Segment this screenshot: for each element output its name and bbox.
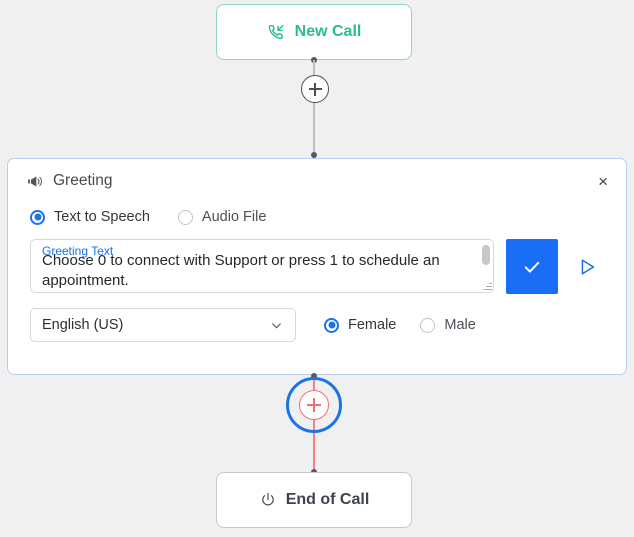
announcement-icon (26, 173, 43, 190)
radio-indicator[interactable] (177, 209, 193, 225)
node-end-of-call-label: End of Call (285, 491, 370, 508)
node-end-of-call[interactable]: End of Call (216, 472, 412, 528)
radio-indicator-selected[interactable] (324, 317, 339, 333)
radio-audio-file[interactable]: Audio File (177, 209, 267, 225)
add-step-plus-circle[interactable] (299, 390, 329, 420)
greeting-panel[interactable]: Greeting × Text to Speech Audio File Gre… (7, 158, 627, 375)
greeting-panel-header: Greeting × (8, 159, 626, 203)
plus-icon-vertical (314, 82, 316, 96)
plus-icon-vertical (313, 398, 315, 412)
confirm-button[interactable] (506, 239, 558, 294)
textarea-scrollbar-thumb[interactable] (482, 245, 490, 265)
radio-text-to-speech[interactable]: Text to Speech (30, 209, 150, 225)
close-icon[interactable]: × (594, 171, 612, 192)
language-select[interactable]: English (US) (30, 308, 296, 342)
node-new-call[interactable]: New Call (216, 4, 412, 60)
radio-male[interactable]: Male (420, 317, 476, 333)
add-step-button-top[interactable] (301, 75, 329, 103)
greeting-text-input[interactable]: Greeting Text Choose 0 to connect with S… (30, 239, 494, 293)
play-icon (576, 256, 598, 278)
play-button[interactable] (570, 239, 604, 294)
textarea-resize-handle[interactable] (482, 281, 492, 291)
voice-gender-radio-group[interactable]: Female Male (324, 317, 476, 333)
power-icon (259, 491, 277, 509)
flow-canvas[interactable]: New Call Greeting × Text to Speech Audio… (0, 0, 634, 537)
add-step-button-bottom[interactable] (286, 377, 342, 433)
radio-indicator[interactable] (420, 317, 436, 333)
greeting-text-value[interactable]: Choose 0 to connect with Support or pres… (42, 251, 482, 291)
source-type-radio-group[interactable]: Text to Speech Audio File (30, 209, 604, 225)
voice-settings-row: English (US) Female Male (30, 308, 604, 342)
radio-audio-file-label: Audio File (201, 209, 267, 225)
incoming-call-icon (267, 23, 286, 42)
greeting-text-row: Greeting Text Choose 0 to connect with S… (30, 239, 604, 294)
chevron-down-icon (269, 318, 284, 333)
radio-female[interactable]: Female (324, 317, 396, 333)
greeting-panel-body: Text to Speech Audio File Greeting Text … (8, 209, 626, 342)
greeting-panel-title: Greeting (53, 172, 113, 189)
node-new-call-label: New Call (294, 23, 362, 40)
radio-male-label: Male (444, 317, 476, 333)
radio-female-label: Female (348, 317, 397, 333)
language-select-value: English (US) (42, 317, 124, 333)
radio-text-to-speech-label: Text to Speech (54, 209, 150, 225)
check-icon (522, 257, 542, 277)
radio-indicator-selected[interactable] (30, 209, 45, 225)
